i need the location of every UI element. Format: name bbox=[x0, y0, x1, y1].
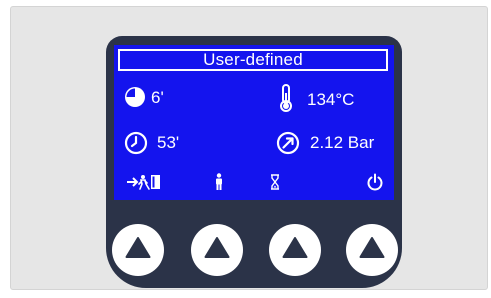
up-arrow-button-2[interactable] bbox=[191, 224, 243, 276]
up-arrow-button-3[interactable] bbox=[269, 224, 321, 276]
clock-icon bbox=[124, 131, 148, 155]
temperature-value: 134°C bbox=[307, 90, 355, 109]
timer-value: 53' bbox=[157, 133, 180, 152]
power-icon bbox=[367, 173, 383, 191]
person-icon bbox=[216, 173, 222, 190]
up-triangle-icon bbox=[359, 237, 385, 258]
control-device: User-defined 6' 134°C 53' 2.12 Bar bbox=[106, 36, 402, 288]
up-arrow-button-4[interactable] bbox=[346, 224, 398, 276]
up-arrow-button-1[interactable] bbox=[112, 224, 164, 276]
hourglass-icon bbox=[271, 174, 279, 190]
up-triangle-icon bbox=[204, 237, 230, 258]
up-triangle-icon bbox=[282, 237, 308, 258]
up-triangle-icon bbox=[125, 237, 151, 258]
lcd-screen: User-defined 6' 134°C 53' 2.12 Bar bbox=[114, 45, 394, 200]
gauge-icon bbox=[276, 131, 300, 155]
thermometer-icon bbox=[280, 84, 292, 112]
pie-chart-icon bbox=[125, 87, 145, 107]
exit-door-icon bbox=[127, 175, 160, 190]
pressure-value: 2.12 Bar bbox=[310, 133, 375, 152]
cycle-time-value: 6' bbox=[151, 88, 164, 107]
program-title: User-defined bbox=[118, 49, 388, 71]
